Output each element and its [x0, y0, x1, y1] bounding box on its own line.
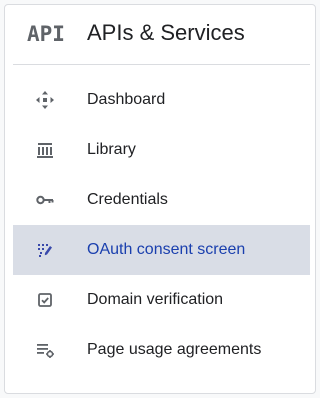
nav-item-label: Dashboard	[87, 91, 166, 108]
library-icon	[35, 140, 55, 160]
nav-item-label: Page usage agreements	[87, 341, 262, 358]
apis-services-sidebar: API APIs & Services Dashboard Library Cr…	[4, 4, 316, 394]
nav-item-label: Credentials	[87, 191, 168, 208]
checkbox-icon	[35, 290, 55, 310]
nav-item-dashboard[interactable]: Dashboard	[13, 75, 310, 125]
nav-item-oauth-consent-screen[interactable]: OAuth consent screen	[13, 225, 310, 275]
header-divider	[13, 64, 310, 65]
oauth-consent-icon	[35, 240, 55, 260]
dashboard-icon	[35, 90, 55, 110]
nav-item-domain-verification[interactable]: Domain verification	[13, 275, 310, 325]
key-icon	[35, 190, 55, 210]
nav-item-label: OAuth consent screen	[87, 241, 246, 258]
sidebar-header: API APIs & Services	[5, 5, 315, 63]
settings-list-icon	[35, 340, 55, 360]
nav-item-library[interactable]: Library	[13, 125, 310, 175]
nav-item-label: Library	[87, 141, 136, 158]
sidebar-nav: Dashboard Library Credentials OAuth cons…	[5, 75, 315, 375]
nav-item-page-usage-agreements[interactable]: Page usage agreements	[13, 325, 310, 375]
sidebar-title: APIs & Services	[87, 20, 245, 45]
api-logo: API	[27, 22, 65, 46]
nav-item-label: Domain verification	[87, 291, 224, 308]
nav-item-credentials[interactable]: Credentials	[13, 175, 310, 225]
